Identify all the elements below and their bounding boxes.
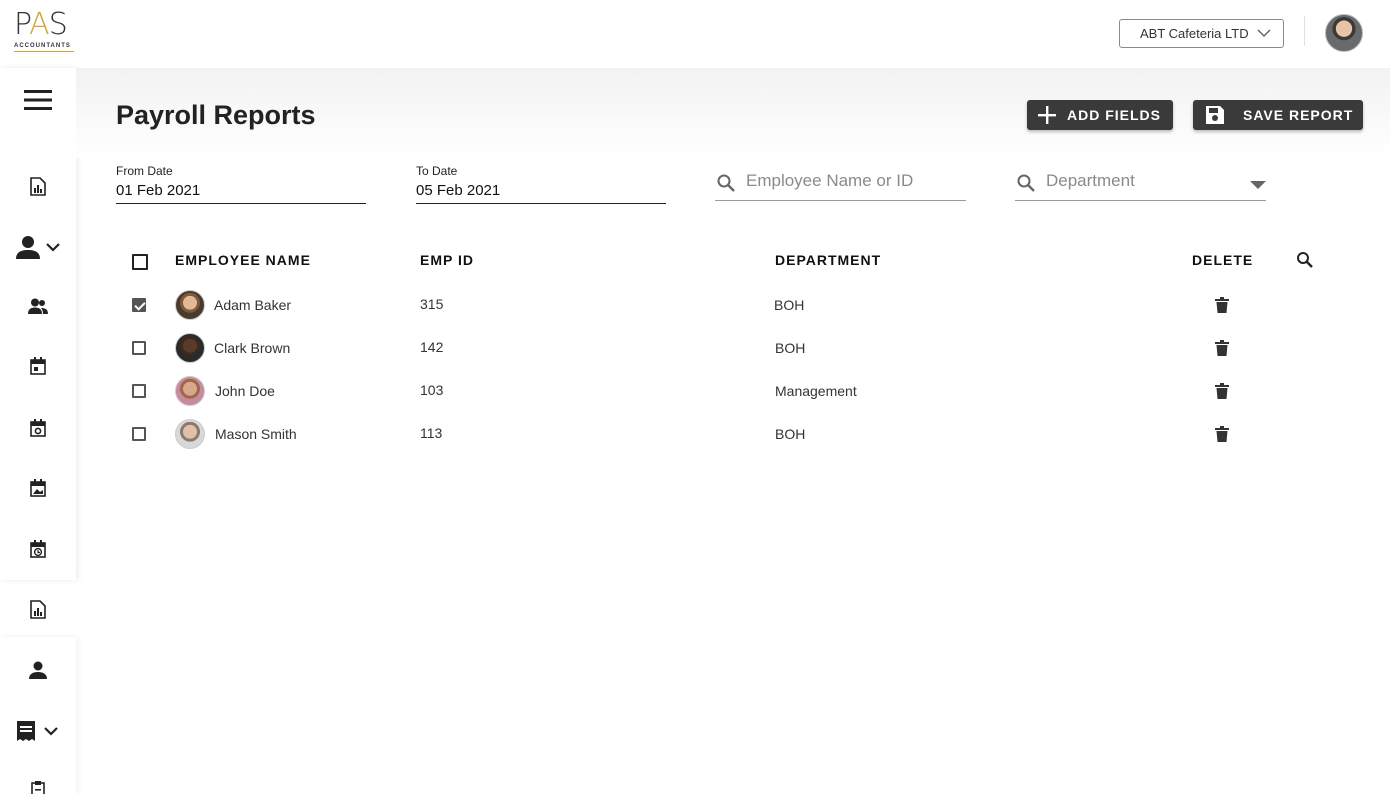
employee-id: 103 <box>420 382 444 398</box>
search-icon <box>1017 174 1035 192</box>
calendar-image-icon[interactable] <box>0 478 76 498</box>
clipboard-icon[interactable] <box>0 780 76 794</box>
search-icon <box>717 174 735 192</box>
trash-icon[interactable] <box>1215 297 1229 313</box>
calendar-clock-icon[interactable] <box>0 539 76 559</box>
employee-id: 142 <box>420 339 444 355</box>
chevron-down-icon <box>1257 29 1271 38</box>
trash-icon[interactable] <box>1215 426 1229 442</box>
dropdown-arrow-icon[interactable] <box>1250 181 1266 189</box>
menu-icon[interactable] <box>0 86 76 114</box>
person-icon <box>15 236 40 259</box>
row-checkbox[interactable] <box>132 341 146 355</box>
employee-name: Clark Brown <box>214 340 291 356</box>
company-logo[interactable]: PAS ACCOUNTANTS <box>14 10 76 56</box>
save-report-button[interactable]: SAVE REPORT <box>1193 100 1363 130</box>
employee-department: BOH <box>775 340 806 356</box>
chevron-down-icon <box>45 243 60 252</box>
employee-department: Management <box>775 383 857 399</box>
employee-name: Adam Baker <box>214 297 292 313</box>
divider <box>1304 16 1305 46</box>
from-date-value[interactable]: 01 Feb 2021 <box>116 182 366 202</box>
employee-department: BOH <box>775 426 806 442</box>
calendar-check-icon[interactable] <box>0 418 76 438</box>
company-select-value: ABT Cafeteria LTD <box>1140 26 1249 41</box>
trash-icon[interactable] <box>1215 383 1229 399</box>
avatar <box>175 333 205 363</box>
avatar <box>175 290 205 320</box>
user-avatar[interactable] <box>1325 14 1363 52</box>
report-icon[interactable] <box>0 176 76 196</box>
column-header-delete: DELETE <box>1192 252 1254 268</box>
employee-name: Mason Smith <box>215 426 297 442</box>
person-icon[interactable] <box>0 660 76 680</box>
save-icon <box>1206 106 1224 124</box>
from-date-field[interactable]: From Date 01 Feb 2021 <box>116 164 366 204</box>
to-date-field[interactable]: To Date 05 Feb 2021 <box>416 164 666 204</box>
sidebar-item-employees[interactable] <box>0 234 76 260</box>
employee-search-input[interactable] <box>746 171 956 191</box>
employee-id: 113 <box>420 425 443 441</box>
employee-name: John Doe <box>215 383 275 399</box>
employee-id: 315 <box>420 296 444 312</box>
add-fields-button[interactable]: ADD FIELDS <box>1027 100 1173 130</box>
column-header-emp-id[interactable]: EMP ID <box>420 252 474 268</box>
to-date-label: To Date <box>416 164 458 178</box>
to-date-value[interactable]: 05 Feb 2021 <box>416 182 666 202</box>
row-checkbox[interactable] <box>132 427 146 441</box>
avatar <box>175 419 205 449</box>
chevron-down-icon <box>44 727 58 736</box>
company-select[interactable]: ABT Cafeteria LTD <box>1119 19 1284 48</box>
page-title: Payroll Reports <box>116 100 316 130</box>
department-search-field <box>1015 161 1266 201</box>
row-checkbox[interactable] <box>132 384 146 398</box>
employee-search-field <box>715 161 966 201</box>
sidebar-item-payroll[interactable] <box>0 720 76 742</box>
calendar-icon[interactable] <box>0 356 76 376</box>
column-header-employee-name[interactable]: EMPLOYEE NAME <box>175 252 311 268</box>
select-all-checkbox[interactable] <box>132 254 148 270</box>
department-search-input[interactable] <box>1046 171 1256 191</box>
avatar <box>175 376 205 406</box>
report-icon[interactable] <box>0 599 76 619</box>
from-date-label: From Date <box>116 164 173 178</box>
trash-icon[interactable] <box>1215 340 1229 356</box>
people-icon[interactable] <box>0 296 76 316</box>
top-bar: PAS ACCOUNTANTS ABT Cafeteria LTD <box>0 0 1390 68</box>
plus-icon <box>1038 106 1056 124</box>
receipt-icon <box>17 721 35 741</box>
employee-department: BOH <box>774 297 805 313</box>
row-checkbox[interactable] <box>132 298 146 312</box>
column-header-department[interactable]: DEPARTMENT <box>775 252 881 268</box>
search-icon[interactable] <box>1295 250 1315 270</box>
